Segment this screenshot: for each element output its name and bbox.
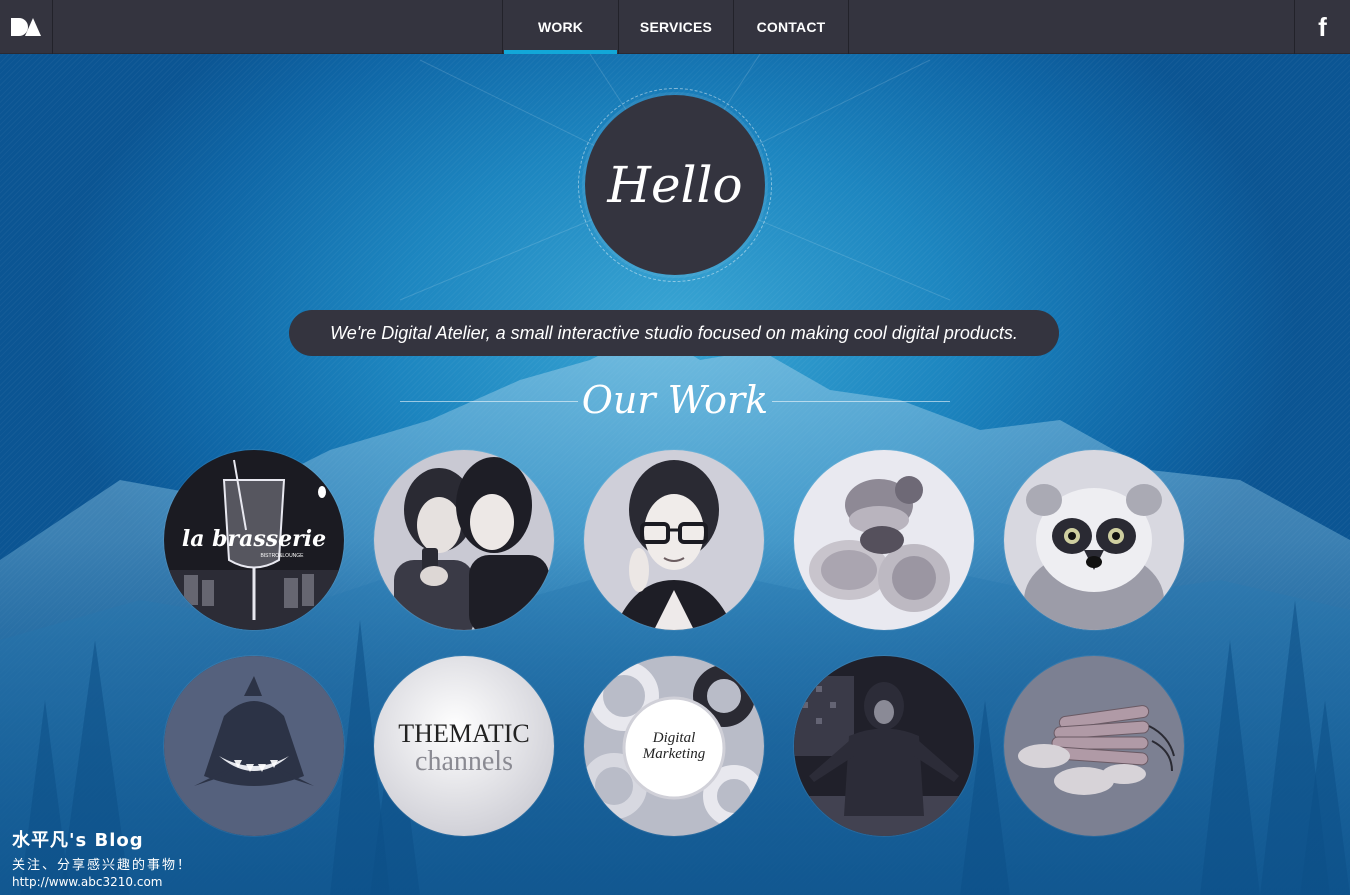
woman-glasses-thumbnail bbox=[584, 450, 764, 630]
nav-contact[interactable]: CONTACT bbox=[734, 0, 849, 54]
portfolio-item-women-phone[interactable] bbox=[374, 450, 554, 630]
pastries-thumbnail bbox=[794, 450, 974, 630]
portfolio-item-lemur[interactable] bbox=[1004, 450, 1184, 630]
divider-right bbox=[772, 401, 950, 402]
logo-button[interactable] bbox=[0, 0, 53, 54]
studio-tagline: We're Digital Atelier, a small interacti… bbox=[289, 310, 1059, 356]
portfolio-item-hooded-man[interactable] bbox=[794, 656, 974, 836]
hello-badge: Hello bbox=[585, 95, 765, 275]
thematic-channels-thumbnail: THEMATIC channels bbox=[374, 656, 554, 836]
portfolio-item-shark[interactable] bbox=[164, 656, 344, 836]
lemur-thumbnail bbox=[1004, 450, 1184, 630]
women-phone-thumbnail bbox=[374, 450, 554, 630]
shark-thumbnail bbox=[164, 656, 344, 836]
channels-text: channels bbox=[415, 746, 513, 777]
portfolio-item-woman-glasses[interactable] bbox=[584, 450, 764, 630]
watermark-title: 水平凡's Blog bbox=[12, 830, 144, 851]
nav-work[interactable]: WORK bbox=[503, 0, 619, 54]
brasserie-logo-text: la brasserie bbox=[182, 526, 326, 552]
marketing-text: Marketing bbox=[642, 746, 706, 762]
watermark-url[interactable]: http://www.abc3210.com bbox=[12, 875, 192, 889]
portfolio-item-pastries[interactable] bbox=[794, 450, 974, 630]
portfolio-item-brasserie[interactable]: la brasserie BISTRO&LOUNGE bbox=[164, 450, 344, 630]
digital-text: Digital bbox=[652, 730, 696, 746]
main-nav: WORK SERVICES CONTACT bbox=[502, 0, 849, 54]
watermark-subtitle: 关注、分享感兴趣的事物！ bbox=[12, 858, 193, 873]
thematic-text: THEMATIC bbox=[398, 719, 529, 748]
our-work-title: Our Work bbox=[581, 378, 769, 422]
divider-left bbox=[400, 401, 578, 402]
top-navbar: WORK SERVICES CONTACT f bbox=[0, 0, 1350, 54]
da-logo-icon bbox=[11, 18, 41, 36]
hooded-man-thumbnail bbox=[794, 656, 974, 836]
brasserie-thumbnail: la brasserie BISTRO&LOUNGE bbox=[164, 450, 344, 630]
nav-services[interactable]: SERVICES bbox=[619, 0, 734, 54]
digital-marketing-thumbnail: Digital Marketing bbox=[584, 656, 764, 836]
facebook-icon[interactable]: f bbox=[1294, 0, 1350, 54]
brasserie-subtext: BISTRO&LOUNGE bbox=[260, 553, 304, 559]
dynamite-thumbnail bbox=[1004, 656, 1184, 836]
portfolio-item-dynamite[interactable] bbox=[1004, 656, 1184, 836]
blog-watermark: 水平凡's Blog 关注、分享感兴趣的事物！ http://www.abc32… bbox=[12, 826, 192, 889]
portfolio-item-digital-marketing[interactable]: Digital Marketing bbox=[584, 656, 764, 836]
portfolio-item-thematic-channels[interactable]: THEMATIC channels bbox=[374, 656, 554, 836]
